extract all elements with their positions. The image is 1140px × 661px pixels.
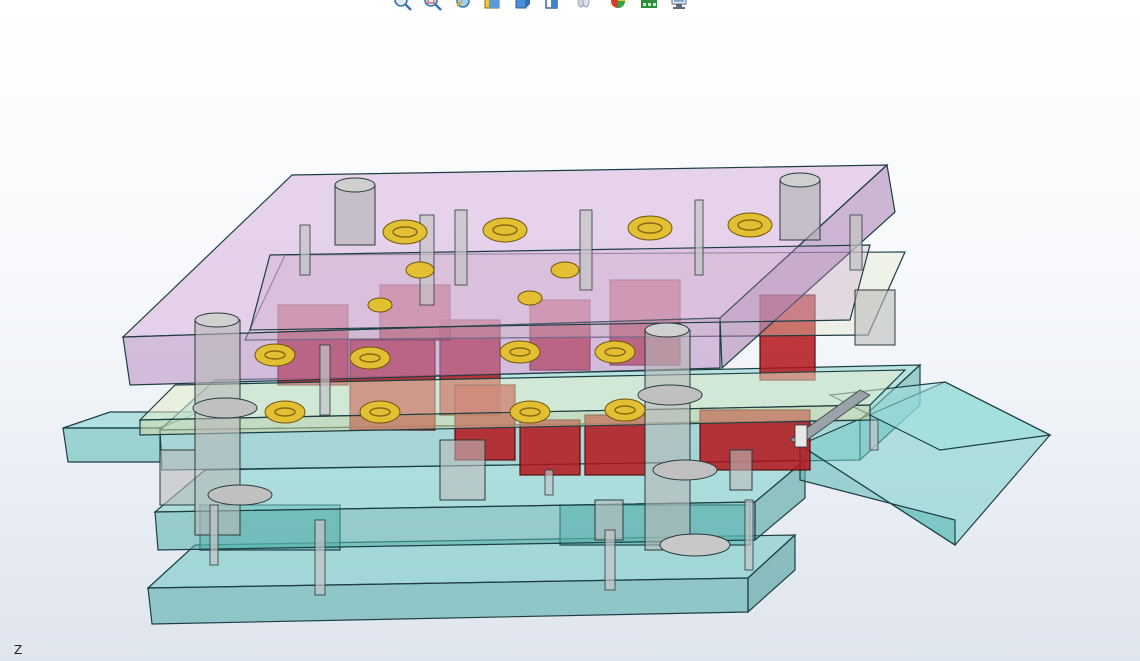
triad-z-axis-label: Z [14, 643, 23, 657]
graphics-area[interactable] [0, 0, 1140, 661]
upper-punch-holder [249, 244, 871, 331]
